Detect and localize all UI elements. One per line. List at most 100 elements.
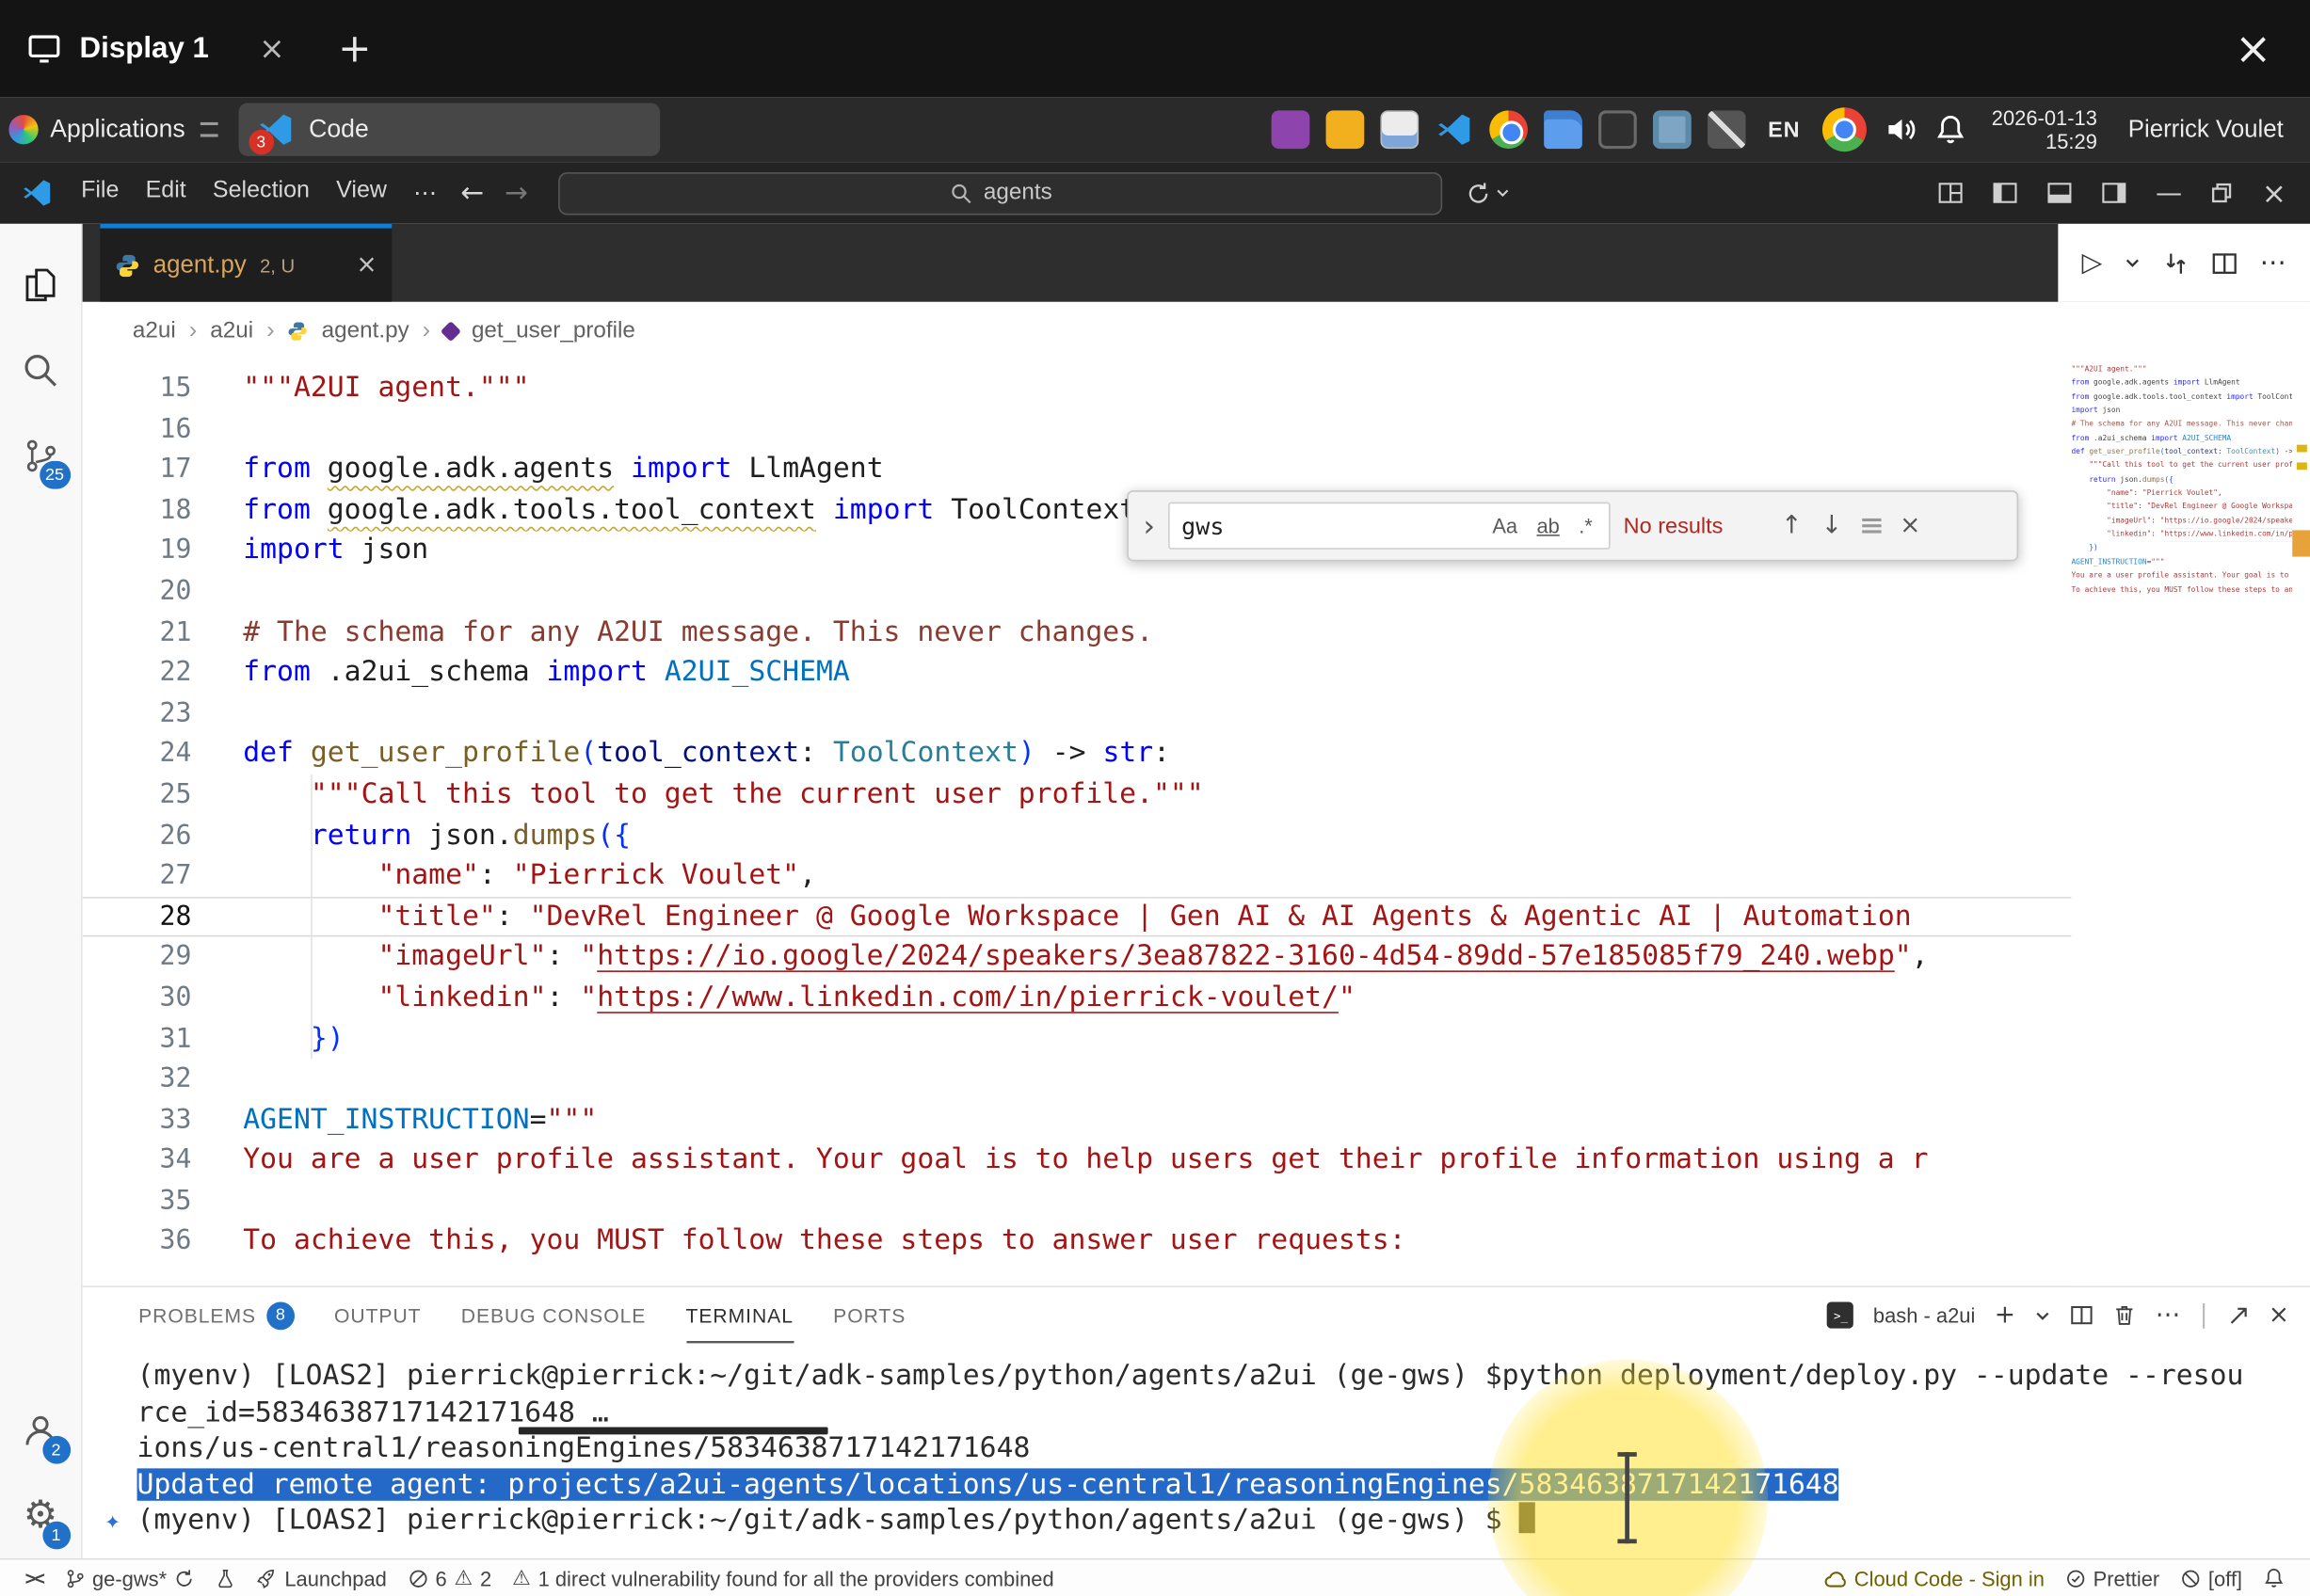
terminal-line[interactable]: ✦(myenv) [LOAS2] pierrick@pierrick:~/git…	[137, 1503, 2310, 1543]
accounts-icon[interactable]: 2	[0, 1387, 82, 1473]
menubar-item[interactable]: ⋯	[400, 172, 450, 214]
breadcrumb-item[interactable]: a2ui	[210, 318, 253, 344]
toggle-sidebar-icon[interactable]	[1992, 180, 2018, 206]
remote-window-history-icon[interactable]	[1467, 181, 1511, 206]
code-line[interactable]: 22from .a2ui_schema import A2UI_SCHEMA	[83, 653, 2072, 694]
volume-icon[interactable]	[1883, 112, 1918, 148]
code-line[interactable]: 30 "linkedin": "https://www.linkedin.com…	[83, 978, 2072, 1018]
terminal-line[interactable]: (myenv) [LOAS2] pierrick@pierrick:~/git/…	[137, 1358, 2310, 1394]
toggle-replace-icon[interactable]: ›	[1143, 508, 1155, 544]
new-terminal-icon[interactable]: +	[1995, 1301, 2015, 1330]
find-close-icon[interactable]: ×	[1897, 511, 1924, 540]
copilot-off-status[interactable]: [off]	[2170, 1566, 2253, 1589]
whole-word-icon[interactable]: ab	[1532, 513, 1564, 539]
overview-ruler[interactable]	[2292, 360, 2310, 1285]
search-sidebar-icon[interactable]	[0, 327, 82, 412]
menubar-item[interactable]: Edit	[133, 172, 200, 214]
applications-menu[interactable]: Applications	[0, 115, 230, 144]
split-editor-icon[interactable]	[2211, 249, 2238, 276]
tray-chrome-icon[interactable]	[1489, 110, 1528, 149]
code-line[interactable]: 16	[83, 408, 2072, 449]
kill-terminal-trash-icon[interactable]	[2112, 1303, 2136, 1327]
cloud-code-signin[interactable]: Cloud Code - Sign in	[1813, 1566, 2055, 1589]
code-line[interactable]: 21# The schema for any A2UI message. Thi…	[83, 612, 2072, 652]
breadcrumb-item[interactable]: agent.py	[322, 318, 409, 344]
clock[interactable]: 2026-01-13 15:29	[1992, 106, 2097, 153]
launchpad-status[interactable]: Launchpad	[247, 1566, 397, 1589]
menubar-item[interactable]: View	[323, 172, 400, 214]
code-line[interactable]: 24def get_user_profile(tool_context: Too…	[83, 734, 2072, 774]
menubar-item[interactable]: File	[68, 172, 133, 214]
open-changes-icon[interactable]	[2162, 249, 2189, 276]
command-center-search[interactable]: agents	[559, 171, 1443, 214]
close-panel-icon[interactable]: ×	[2269, 1301, 2289, 1330]
viewer-tab[interactable]: Display 1 ×	[0, 0, 299, 97]
find-input[interactable]: gws Aa ab .*	[1168, 503, 1611, 550]
maximize-panel-icon[interactable]	[2227, 1304, 2249, 1326]
tray-files-icon[interactable]	[1544, 110, 1582, 149]
terminal[interactable]: (myenv) [LOAS2] pierrick@pierrick:~/git/…	[83, 1343, 2310, 1557]
notifications-bell-icon[interactable]	[2253, 1567, 2295, 1588]
tab-terminal[interactable]: TERMINAL	[686, 1287, 794, 1343]
tray-display-icon[interactable]	[1653, 110, 1692, 149]
match-case-icon[interactable]: Aa	[1488, 513, 1522, 539]
status-misc-icon[interactable]	[205, 1568, 247, 1588]
code-editor[interactable]: 15"""A2UI agent."""1617from google.adk.a…	[83, 360, 2310, 1285]
settings-gear-icon[interactable]: ⚙ 1	[0, 1473, 82, 1558]
tab-output[interactable]: OUTPUT	[334, 1287, 422, 1343]
code-line[interactable]: 32	[83, 1059, 2072, 1099]
code-line[interactable]: 34You are a user profile assistant. Your…	[83, 1141, 2072, 1181]
window-close-icon[interactable]: ×	[2262, 175, 2286, 211]
run-dropdown-chevron-icon[interactable]	[2125, 255, 2141, 271]
taskbar-window-button[interactable]: 3 Code	[238, 104, 660, 156]
code-line[interactable]: 25 """Call this tool to get the current …	[83, 774, 2072, 815]
tray-app-icon-2[interactable]	[1326, 110, 1365, 149]
navigate-forward-icon[interactable]: →	[494, 177, 538, 209]
tab-ports[interactable]: PORTS	[833, 1287, 906, 1343]
navigate-back-icon[interactable]: ←	[450, 177, 494, 209]
tab-agent-py[interactable]: agent.py 2, U ×	[100, 224, 392, 302]
terminal-line[interactable]: rce_id=5834638717142171648 …	[137, 1394, 2310, 1429]
terminal-shell-label[interactable]: bash - a2ui	[1873, 1303, 1975, 1327]
code-line[interactable]: 23	[83, 694, 2072, 734]
chrome-browser-icon[interactable]	[1822, 107, 1867, 152]
tab-close-icon[interactable]: ×	[356, 250, 377, 279]
tab-problems[interactable]: PROBLEMS 8	[138, 1287, 295, 1343]
code-line[interactable]: 15"""A2UI agent."""	[83, 368, 2072, 408]
code-line[interactable]: 33AGENT_INSTRUCTION="""	[83, 1100, 2072, 1141]
viewer-window-close-icon[interactable]: ×	[2235, 23, 2271, 74]
find-in-selection-icon[interactable]	[1858, 519, 1884, 534]
problems-status[interactable]: 6 ⚠ 2	[397, 1566, 502, 1589]
code-line[interactable]: 31 })	[83, 1018, 2072, 1059]
find-next-icon[interactable]: ↓	[1819, 511, 1846, 540]
toggle-panel-icon[interactable]	[2046, 180, 2073, 206]
code-line[interactable]: 35	[83, 1181, 2072, 1221]
breadcrumb-item[interactable]: a2ui	[133, 318, 176, 344]
run-python-file-icon[interactable]: ▷	[2082, 247, 2103, 279]
viewer-new-tab-button[interactable]: +	[338, 25, 371, 72]
prettier-status[interactable]: Prettier	[2055, 1566, 2170, 1589]
code-line[interactable]: 27 "name": "Pierrick Voulet",	[83, 855, 2072, 896]
regex-icon[interactable]: .*	[1575, 513, 1597, 539]
terminal-line[interactable]: ions/us-central1/reasoningEngines/583463…	[137, 1430, 2310, 1466]
tab-debug-console[interactable]: DEBUG CONSOLE	[461, 1287, 647, 1343]
window-minimize-icon[interactable]: —	[2156, 178, 2182, 209]
code-line[interactable]: 26 return json.dumps({	[83, 815, 2072, 855]
tray-screenshot-icon[interactable]	[1598, 110, 1637, 149]
code-line[interactable]: 28 "title": "DevRel Engineer @ Google Wo…	[83, 897, 2072, 937]
source-control-icon[interactable]: 25	[0, 412, 82, 498]
keyboard-layout-indicator[interactable]: EN	[1768, 117, 1800, 142]
layout-grid-icon[interactable]	[1937, 180, 1964, 206]
git-branch-status[interactable]: ge-gws*	[54, 1566, 205, 1589]
split-terminal-icon[interactable]	[2070, 1303, 2093, 1327]
editor-more-actions-icon[interactable]: ⋯	[2260, 247, 2286, 279]
terminal-line[interactable]: Updated remote agent: projects/a2ui-agen…	[137, 1466, 2310, 1502]
toggle-secondary-sidebar-icon[interactable]	[2101, 180, 2127, 206]
tray-app-icon-1[interactable]	[1272, 110, 1310, 149]
viewer-tab-close-icon[interactable]: ×	[259, 31, 285, 67]
tray-editor-icon[interactable]	[1708, 110, 1746, 149]
explorer-icon[interactable]	[0, 242, 82, 327]
code-line[interactable]: 17from google.adk.agents import LlmAgent	[83, 450, 2072, 490]
terminal-dropdown-chevron-icon[interactable]	[2034, 1307, 2050, 1323]
find-previous-icon[interactable]: ↑	[1778, 511, 1805, 540]
